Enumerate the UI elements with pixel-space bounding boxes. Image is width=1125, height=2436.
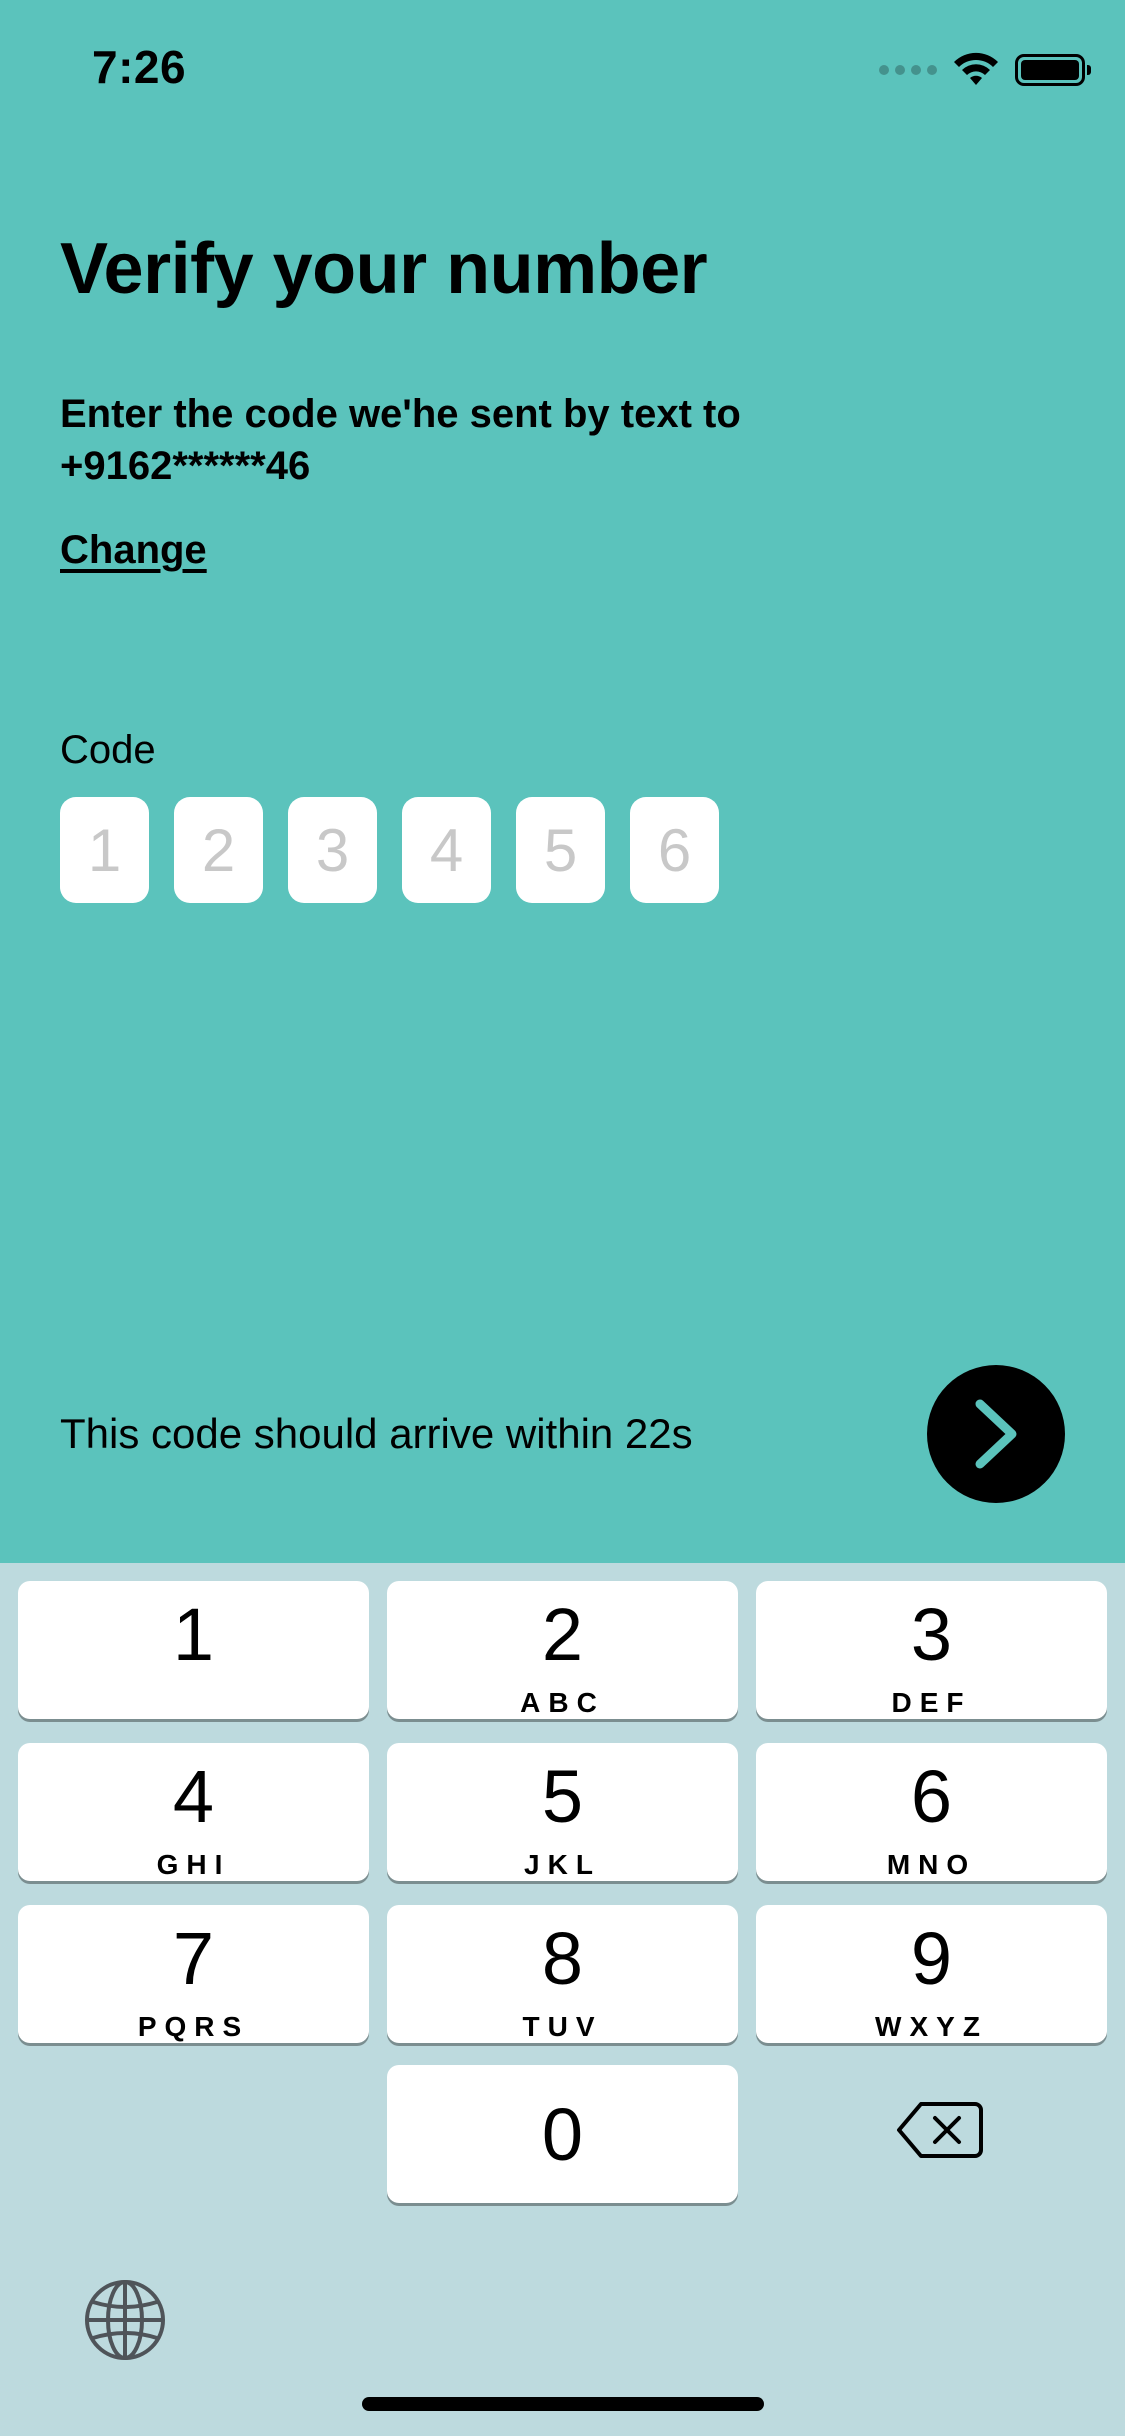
key-letters: MNO bbox=[886, 1849, 977, 1880]
key-letters: WXYZ bbox=[875, 2011, 988, 2042]
status-icons bbox=[879, 48, 1091, 92]
backspace-icon bbox=[897, 2102, 983, 2158]
key-1[interactable]: 1 bbox=[18, 1581, 369, 1719]
status-time: 7:26 bbox=[92, 41, 187, 93]
change-number-link[interactable]: Change bbox=[60, 528, 207, 573]
code-timer-text: This code should arrive within 22s bbox=[60, 1410, 693, 1457]
key-4[interactable]: 4 GHI bbox=[18, 1743, 369, 1881]
chevron-right-icon bbox=[975, 1399, 1017, 1469]
wifi-icon bbox=[954, 52, 998, 85]
key-letters: TUV bbox=[522, 2011, 603, 2042]
key-9[interactable]: 9 WXYZ bbox=[756, 1905, 1107, 2043]
page-title: Verify your number bbox=[60, 229, 708, 309]
code-digit-4[interactable]: 4 bbox=[402, 797, 491, 903]
key-digit: 2 bbox=[541, 1593, 584, 1676]
globe-button[interactable] bbox=[83, 2278, 167, 2362]
key-digit: 4 bbox=[172, 1755, 215, 1838]
key-digit: 1 bbox=[172, 1593, 215, 1676]
code-digit-2[interactable]: 2 bbox=[174, 797, 263, 903]
key-2[interactable]: 2 ABC bbox=[387, 1581, 738, 1719]
code-input-group: 1 2 3 4 5 6 bbox=[60, 797, 719, 903]
key-3[interactable]: 3 DEF bbox=[756, 1581, 1107, 1719]
key-0[interactable]: 0 bbox=[387, 2065, 738, 2203]
key-digit: 0 bbox=[541, 2093, 584, 2176]
key-digit: 8 bbox=[541, 1917, 584, 2000]
masked-phone-number: +9162******46 bbox=[60, 444, 311, 488]
verify-screen: 7:26 Verify your number Enter the code w… bbox=[0, 0, 1125, 1563]
globe-icon bbox=[85, 2280, 165, 2360]
code-digit-1[interactable]: 1 bbox=[60, 797, 149, 903]
key-5[interactable]: 5 JKL bbox=[387, 1743, 738, 1881]
key-digit: 7 bbox=[172, 1917, 215, 2000]
code-digit-3[interactable]: 3 bbox=[288, 797, 377, 903]
instruction-line: Enter the code we'he sent by text to bbox=[60, 392, 741, 436]
delete-key[interactable] bbox=[895, 2098, 985, 2162]
instruction-text: Enter the code we'he sent by text to +91… bbox=[60, 388, 1060, 492]
key-digit: 6 bbox=[910, 1755, 953, 1838]
key-digit: 9 bbox=[910, 1917, 953, 2000]
next-button[interactable] bbox=[927, 1365, 1065, 1503]
code-label: Code bbox=[60, 728, 156, 772]
key-6[interactable]: 6 MNO bbox=[756, 1743, 1107, 1881]
key-letters: ABC bbox=[520, 1687, 605, 1718]
code-digit-6[interactable]: 6 bbox=[630, 797, 719, 903]
code-digit-5[interactable]: 5 bbox=[516, 797, 605, 903]
key-7[interactable]: 7 PQRS bbox=[18, 1905, 369, 2043]
key-letters: GHI bbox=[156, 1849, 231, 1880]
key-letters: PQRS bbox=[137, 2011, 250, 2042]
key-digit: 5 bbox=[541, 1755, 584, 1838]
key-letters: JKL bbox=[524, 1849, 601, 1880]
key-digit: 3 bbox=[910, 1593, 953, 1676]
numeric-keyboard: 1 2 ABC 3 DEF 4 GHI 5 JKL 6 MNO 7 PQRS 8… bbox=[0, 1563, 1125, 2436]
cellular-signal-icon bbox=[879, 65, 937, 75]
home-indicator[interactable] bbox=[362, 2397, 764, 2411]
key-8[interactable]: 8 TUV bbox=[387, 1905, 738, 2043]
key-letters: DEF bbox=[891, 1687, 972, 1718]
battery-icon bbox=[1015, 54, 1091, 86]
